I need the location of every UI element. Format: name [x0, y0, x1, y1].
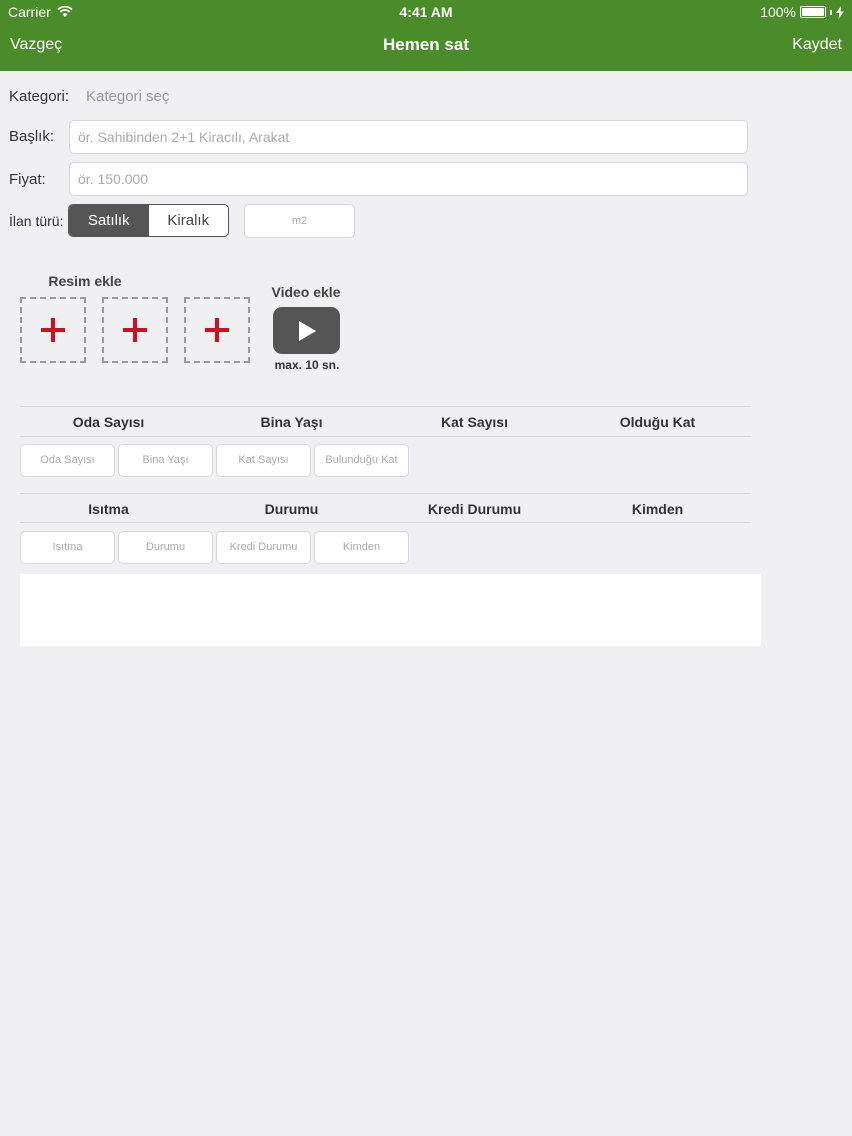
charging-icon — [836, 5, 844, 19]
heating-input[interactable]: Isıtma — [20, 531, 115, 564]
battery-percent: 100% — [760, 4, 796, 20]
floor-input[interactable]: Bulunduğu Kat — [314, 444, 409, 477]
price-label: Fiyat: — [9, 171, 46, 188]
add-photo-button-3[interactable] — [184, 297, 250, 363]
add-photo-button-1[interactable] — [20, 297, 86, 363]
from-whom-input[interactable]: Kimden — [314, 531, 409, 564]
building-age-input[interactable]: Bina Yaşı — [118, 444, 213, 477]
divider — [20, 522, 751, 523]
plus-icon — [123, 318, 147, 342]
header-from-whom: Kimden — [631, 501, 684, 517]
credit-status-input[interactable]: Kredi Durumu — [216, 531, 311, 564]
plus-icon — [205, 318, 229, 342]
listing-type-label: İlan türü: — [9, 213, 64, 229]
divider — [20, 406, 751, 407]
header-credit-status: Kredi Durumu — [427, 501, 522, 517]
header-building-age: Bina Yaşı — [260, 414, 323, 430]
battery-level — [802, 8, 824, 16]
divider — [20, 436, 751, 437]
segment-for-sale[interactable]: Satılık — [69, 205, 149, 236]
title-input[interactable]: ör. Sahibinden 2+1 Kiracılı, Arakat — [69, 120, 748, 154]
category-selector[interactable]: Kategori seç — [86, 88, 169, 105]
header-floor-count: Kat Sayısı — [441, 414, 508, 430]
listing-type-segmented-control: Satılık Kiralık — [68, 204, 229, 237]
category-label: Kategori: — [9, 88, 70, 105]
header-room-count: Oda Sayısı — [72, 414, 145, 430]
status-bar: Carrier 4:41 AM 100% — [0, 0, 852, 24]
condition-input[interactable]: Durumu — [118, 531, 213, 564]
area-input[interactable]: m2 — [244, 204, 355, 238]
battery-icon — [800, 6, 826, 18]
plus-icon — [41, 318, 65, 342]
top-bar: Carrier 4:41 AM 100% Vazgeç Hemen sat Ka… — [0, 0, 852, 71]
add-photo-button-2[interactable] — [102, 297, 168, 363]
floor-count-input[interactable]: Kat Sayısı — [216, 444, 311, 477]
header-condition: Durumu — [264, 501, 319, 517]
header-heating: Isıtma — [88, 501, 129, 517]
save-button[interactable]: Kaydet — [792, 36, 842, 54]
add-video-button[interactable] — [273, 307, 340, 354]
video-duration-note: max. 10 sn. — [274, 358, 340, 372]
room-count-input[interactable]: Oda Sayısı — [20, 444, 115, 477]
battery-tip — [830, 9, 832, 15]
photo-section-title: Resim ekle — [48, 273, 122, 289]
nav-bar: Vazgeç Hemen sat Kaydet — [0, 28, 852, 64]
segment-for-rent[interactable]: Kiralık — [149, 205, 229, 236]
play-icon — [298, 320, 316, 341]
page-title: Hemen sat — [383, 35, 469, 54]
battery-info: 100% — [760, 4, 844, 20]
price-input[interactable]: ör. 150.000 — [69, 162, 748, 196]
status-time: 4:41 AM — [399, 4, 453, 20]
description-textarea[interactable] — [20, 574, 761, 646]
divider — [20, 493, 751, 494]
title-label: Başlık: — [9, 128, 55, 145]
video-section-title: Video ekle — [271, 284, 341, 300]
header-floor: Olduğu Kat — [619, 414, 696, 430]
